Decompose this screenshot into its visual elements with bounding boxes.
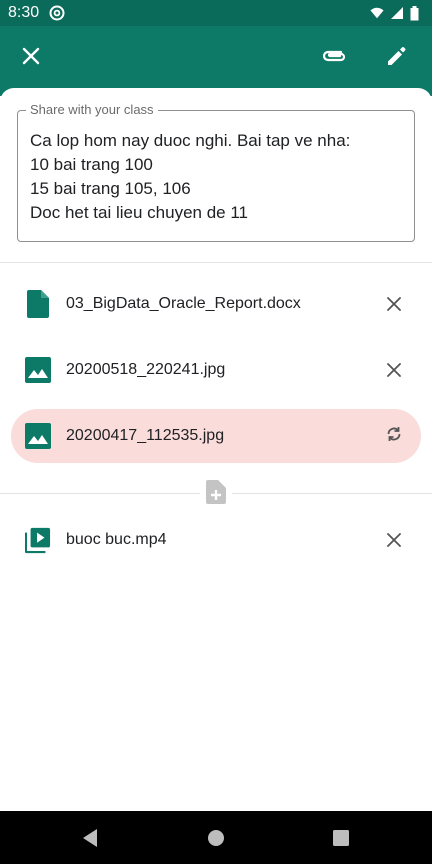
status-time: 8:30 — [8, 4, 40, 21]
refresh-icon — [385, 425, 403, 448]
divider — [0, 262, 432, 263]
close-icon — [22, 47, 40, 70]
document-icon — [25, 290, 51, 318]
at-sign-icon — [49, 5, 65, 21]
home-button[interactable] — [206, 828, 226, 848]
add-file-button[interactable] — [200, 479, 232, 509]
app-bar — [0, 26, 432, 96]
signal-icon — [390, 6, 404, 20]
status-bar: 8:30 — [0, 0, 432, 26]
pencil-icon — [385, 45, 407, 72]
attachment-name: 20200518_220241.jpg — [66, 361, 226, 378]
message-text[interactable]: Ca lop hom nay duoc nghi. Bai tap ve nha… — [30, 129, 404, 225]
add-file-icon — [206, 479, 226, 509]
wifi-icon — [370, 6, 384, 20]
image-icon — [25, 357, 51, 383]
attachment-row-error[interactable]: 20200417_112535.jpg — [11, 409, 421, 463]
attachment-name: 20200417_112535.jpg — [66, 427, 225, 444]
attachment-row[interactable]: buoc buc.mp4 — [11, 513, 421, 567]
retry-upload-button[interactable] — [381, 423, 407, 449]
video-library-icon — [25, 527, 51, 554]
status-icons — [370, 6, 424, 21]
close-button[interactable] — [13, 40, 49, 76]
edit-button[interactable] — [378, 40, 414, 76]
attachment-row[interactable]: 03_BigData_Oracle_Report.docx — [11, 277, 421, 331]
paperclip-icon — [321, 48, 347, 69]
attach-button[interactable] — [316, 40, 352, 76]
remove-attachment-button[interactable] — [381, 357, 407, 383]
message-field[interactable]: Share with your class Ca lop hom nay duo… — [17, 102, 415, 242]
remove-attachment-button[interactable] — [381, 527, 407, 553]
recents-button[interactable] — [331, 828, 351, 848]
attachment-name: buoc buc.mp4 — [66, 531, 167, 548]
battery-icon — [410, 6, 424, 21]
back-button[interactable] — [80, 828, 100, 848]
attachment-name: 03_BigData_Oracle_Report.docx — [66, 295, 301, 312]
attachment-row[interactable]: 20200518_220241.jpg — [11, 343, 421, 397]
image-icon — [25, 423, 51, 449]
message-field-label: Share with your class — [26, 102, 158, 118]
remove-attachment-button[interactable] — [381, 291, 407, 317]
system-nav-bar — [0, 811, 432, 864]
